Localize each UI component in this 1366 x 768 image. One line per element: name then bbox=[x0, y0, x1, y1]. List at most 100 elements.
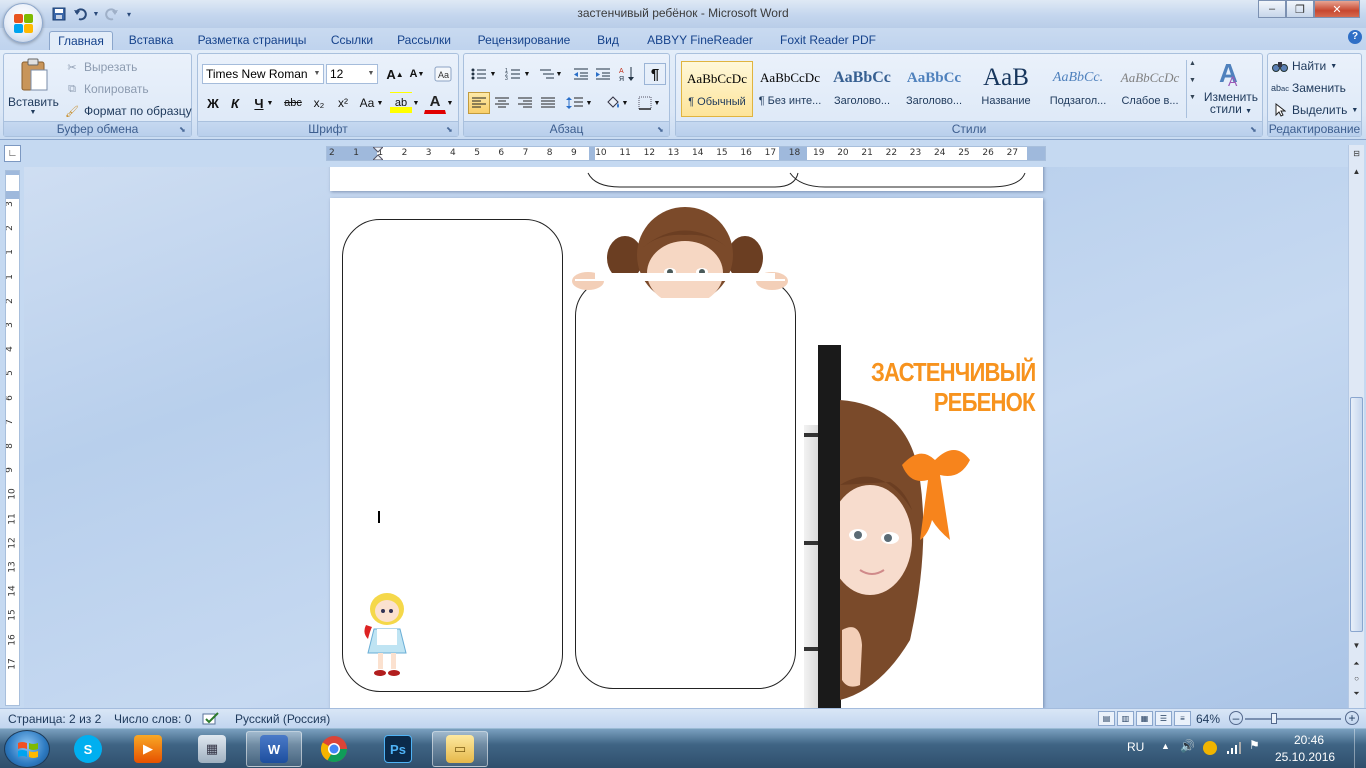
styles-scroll-down-icon[interactable]: ▼ bbox=[1187, 77, 1198, 84]
clear-formatting-button[interactable]: Aa bbox=[432, 63, 454, 85]
scroll-down-icon[interactable]: ▼ bbox=[1350, 639, 1363, 653]
change-styles-button[interactable]: AA Изменить стили ▼ bbox=[1202, 58, 1260, 120]
style-title[interactable]: AaB Название bbox=[970, 61, 1042, 117]
page-count-status[interactable]: Страница: 2 из 2 bbox=[8, 712, 101, 726]
style-normal[interactable]: AaBbCcDc ¶ Обычный bbox=[681, 61, 753, 117]
zoom-slider-thumb[interactable] bbox=[1271, 713, 1277, 724]
format-painter-button[interactable]: 🖌 Формат по образцу bbox=[64, 103, 192, 119]
line-spacing-button[interactable] bbox=[564, 92, 586, 114]
bullets-dropdown-icon[interactable]: ▼ bbox=[488, 63, 498, 85]
italic-button[interactable]: К bbox=[224, 92, 246, 114]
network-signal-icon[interactable] bbox=[1226, 741, 1242, 758]
language-status[interactable]: Русский (Россия) bbox=[235, 712, 330, 726]
superscript-button[interactable]: x² bbox=[332, 92, 354, 114]
page-2[interactable]: ЗАСТЕНЧИВЫЙ РЕБЕНОК bbox=[330, 198, 1043, 708]
numbering-button[interactable]: 123 bbox=[502, 63, 524, 85]
line-spacing-dropdown-icon[interactable]: ▼ bbox=[584, 92, 594, 114]
clipboard-launcher-icon[interactable]: ⬊ bbox=[179, 125, 188, 134]
minimize-button[interactable]: – bbox=[1258, 0, 1286, 18]
web-layout-icon[interactable]: ▦ bbox=[1136, 711, 1153, 726]
taskbar-word[interactable]: W bbox=[246, 731, 302, 767]
style-heading-2[interactable]: AaBbCc Заголово... bbox=[898, 61, 970, 117]
zoom-in-icon[interactable]: + bbox=[1345, 711, 1359, 725]
highlight-dropdown-icon[interactable]: ▼ bbox=[410, 92, 422, 114]
increase-indent-button[interactable] bbox=[592, 63, 614, 85]
scroll-up-icon[interactable]: ▲ bbox=[1350, 165, 1363, 179]
outline-view-icon[interactable]: ☰ bbox=[1155, 711, 1172, 726]
paragraph-launcher-icon[interactable]: ⬊ bbox=[657, 125, 666, 134]
show-formatting-button[interactable]: ¶ bbox=[644, 63, 666, 85]
shrink-font-button[interactable]: A ▼ bbox=[406, 63, 428, 85]
office-button[interactable] bbox=[3, 3, 43, 43]
tab-references[interactable]: Ссылки bbox=[326, 31, 378, 51]
clock-date[interactable]: 25.10.2016 bbox=[1275, 750, 1335, 764]
bullets-button[interactable] bbox=[468, 63, 490, 85]
align-right-button[interactable] bbox=[514, 92, 536, 114]
styles-more-icon[interactable]: ▼ bbox=[1187, 94, 1198, 101]
clock-time[interactable]: 20:46 bbox=[1294, 733, 1324, 747]
close-button[interactable]: ✕ bbox=[1314, 0, 1360, 18]
vertical-ruler[interactable]: 3 2 1 1 2 3 4 5 6 7 8 9 10 11 12 13 14 15 16 17 bbox=[5, 170, 20, 706]
middle-rounded-box[interactable] bbox=[575, 278, 796, 689]
style-heading-1[interactable]: AaBbCc Заголово... bbox=[826, 61, 898, 117]
copy-button[interactable]: ⧉ Копировать bbox=[64, 81, 149, 97]
styles-scroll-up-icon[interactable]: ▲ bbox=[1187, 60, 1198, 67]
find-button[interactable]: Найти ▼ bbox=[1272, 58, 1337, 74]
decrease-indent-button[interactable] bbox=[570, 63, 592, 85]
bold-button[interactable]: Ж bbox=[202, 92, 224, 114]
tab-home[interactable]: Главная bbox=[49, 31, 113, 51]
style-no-spacing[interactable]: AaBbCcDc ¶ Без инте... bbox=[754, 61, 826, 117]
next-page-icon[interactable]: ⏷ bbox=[1350, 687, 1363, 701]
replace-button[interactable]: ab ac Заменить bbox=[1271, 80, 1346, 96]
tab-selector-button[interactable]: ∟ bbox=[4, 145, 21, 162]
font-size-combo[interactable]: 12 ▼ bbox=[326, 64, 378, 84]
tab-review[interactable]: Рецензирование bbox=[470, 31, 578, 51]
previous-page-icon[interactable]: ⏶ bbox=[1350, 657, 1363, 671]
tab-foxit[interactable]: Foxit Reader PDF bbox=[776, 31, 880, 51]
taskbar-calculator[interactable]: ▦ bbox=[184, 731, 240, 767]
justify-button[interactable] bbox=[537, 92, 559, 114]
style-subtitle[interactable]: AaBbCc. Подзагол... bbox=[1042, 61, 1114, 117]
borders-dropdown-icon[interactable]: ▼ bbox=[652, 92, 662, 114]
show-hidden-icons-icon[interactable]: ▲ bbox=[1161, 741, 1170, 751]
style-subtle-emphasis[interactable]: AaBbCcDc Слабое в... bbox=[1114, 61, 1186, 117]
tab-insert[interactable]: Вставка bbox=[122, 31, 180, 51]
tab-view[interactable]: Вид bbox=[592, 31, 624, 51]
align-left-button[interactable] bbox=[468, 92, 490, 114]
battery-flag-icon[interactable]: ⚑ bbox=[1249, 738, 1260, 752]
font-family-combo[interactable]: Times New Roman ▼ bbox=[202, 64, 324, 84]
numbering-dropdown-icon[interactable]: ▼ bbox=[522, 63, 532, 85]
taskbar-photoshop[interactable]: Ps bbox=[370, 731, 426, 767]
grow-font-button[interactable]: A ▲ bbox=[384, 63, 406, 85]
draft-view-icon[interactable]: ≡ bbox=[1174, 711, 1191, 726]
scroll-split-icon[interactable]: ⊟ bbox=[1350, 147, 1363, 161]
paste-button[interactable]: Вставить ▼ bbox=[8, 56, 59, 118]
taskbar-media-player[interactable]: ▶ bbox=[120, 731, 176, 767]
word-count-status[interactable]: Число слов: 0 bbox=[114, 712, 191, 726]
print-layout-view-icon[interactable]: ▤ bbox=[1098, 711, 1115, 726]
taskbar-explorer[interactable]: ▭ bbox=[432, 731, 488, 767]
notification-app-icon[interactable] bbox=[1203, 741, 1217, 755]
align-center-button[interactable] bbox=[491, 92, 513, 114]
vertical-scrollbar[interactable]: ⊟ ▲ ▼ ⏶ ○ ⏷ bbox=[1348, 145, 1364, 708]
browse-object-icon[interactable]: ○ bbox=[1350, 672, 1363, 686]
font-color-button[interactable]: A bbox=[424, 92, 446, 114]
shading-dropdown-icon[interactable]: ▼ bbox=[620, 92, 630, 114]
zoom-slider[interactable] bbox=[1245, 718, 1341, 720]
tab-abbyy[interactable]: ABBYY FineReader 11 bbox=[640, 31, 760, 65]
scrollbar-thumb[interactable] bbox=[1350, 397, 1363, 632]
font-family-dropdown-icon[interactable]: ▼ bbox=[312, 66, 322, 82]
highlight-button[interactable]: ab bbox=[390, 92, 412, 114]
taskbar-skype[interactable]: S bbox=[60, 731, 116, 767]
cut-button[interactable]: ✂ Вырезать bbox=[64, 59, 137, 75]
spelling-check-icon[interactable] bbox=[202, 712, 220, 729]
tab-mailings[interactable]: Рассылки bbox=[392, 31, 456, 51]
styles-launcher-icon[interactable]: ⬊ bbox=[1250, 125, 1259, 134]
start-button[interactable] bbox=[4, 730, 50, 768]
show-desktop-button[interactable] bbox=[1354, 729, 1366, 768]
font-launcher-icon[interactable]: ⬊ bbox=[446, 125, 455, 134]
subscript-button[interactable]: x₂ bbox=[308, 92, 330, 114]
underline-dropdown-icon[interactable]: ▼ bbox=[264, 92, 276, 114]
full-screen-reading-icon[interactable]: ▥ bbox=[1117, 711, 1134, 726]
sort-button[interactable]: АЯ bbox=[616, 63, 638, 85]
